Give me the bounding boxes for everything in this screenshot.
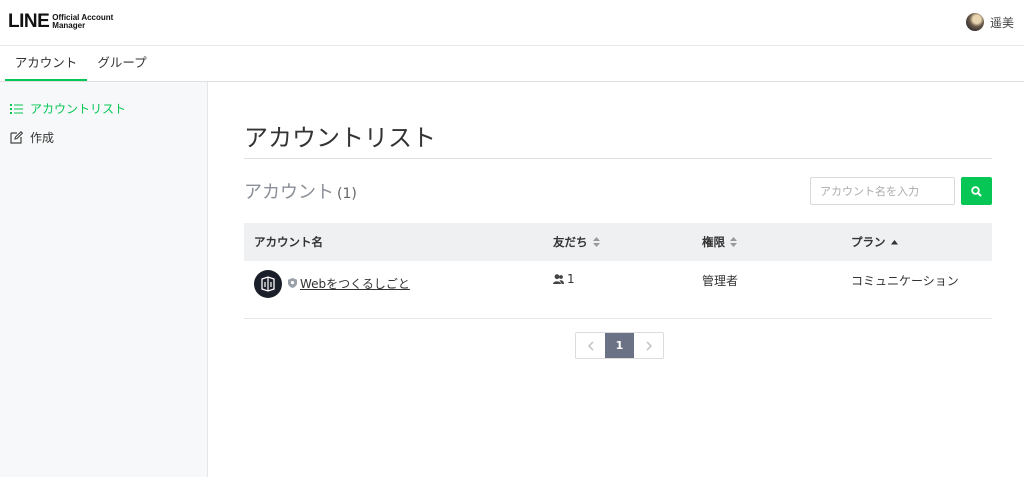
column-plan[interactable]: プラン (851, 223, 898, 261)
list-icon (10, 103, 23, 114)
chevron-left-icon (587, 341, 593, 350)
account-count: (1) (337, 186, 357, 202)
column-friends[interactable]: 友だち (553, 223, 600, 261)
edit-icon (10, 131, 23, 144)
user-avatar (965, 13, 984, 31)
search-icon (971, 185, 982, 197)
sort-both-icon (730, 237, 737, 247)
tab-account[interactable]: アカウント (5, 46, 87, 81)
table-header: アカウント名 友だち 権限 プラン (244, 223, 992, 261)
line-oa-logo[interactable]: LINE Official Account Manager (8, 11, 114, 33)
column-role[interactable]: 権限 (702, 223, 737, 261)
friends-count-cell: 1 (553, 272, 575, 286)
prev-page-button[interactable] (576, 333, 605, 358)
plan-cell: コミュニケーション (851, 274, 959, 288)
tab-bar: アカウント グループ (0, 46, 1024, 82)
table-row: Webをつくるしごと 1 管理者 コミュニケーション (244, 261, 992, 319)
sidebar: アカウントリスト 作成 (0, 82, 208, 477)
account-search-input[interactable] (810, 177, 955, 205)
sidebar-item-label: アカウントリスト (30, 102, 127, 116)
account-name-link[interactable]: Webをつくるしごと (300, 275, 410, 292)
account-avatar[interactable] (254, 270, 282, 298)
section-title: アカウント (1) (244, 178, 357, 204)
sort-both-icon (592, 237, 600, 247)
shield-badge-icon (288, 278, 297, 288)
user-icon (553, 274, 564, 284)
sidebar-item-account-list[interactable]: アカウントリスト (10, 100, 126, 117)
chevron-right-icon (646, 341, 652, 350)
user-menu[interactable]: 遥美 (965, 13, 1014, 31)
logo-sub-text: Official Account Manager (52, 13, 114, 30)
page-title: アカウントリスト (244, 124, 436, 152)
search-button[interactable] (961, 177, 992, 205)
sort-asc-icon (890, 239, 898, 244)
tab-group[interactable]: グループ (90, 46, 154, 81)
title-divider (244, 158, 992, 159)
sidebar-item-create[interactable]: 作成 (10, 129, 54, 146)
top-bar: LINE Official Account Manager 遥美 (0, 0, 1024, 46)
pagination: 1 (575, 332, 664, 359)
page-1-button[interactable]: 1 (605, 333, 634, 358)
section-title-text: アカウント (244, 182, 334, 203)
next-page-button[interactable] (634, 333, 663, 358)
sidebar-item-label: 作成 (30, 131, 55, 145)
role-cell: 管理者 (702, 274, 739, 288)
account-logo-icon (261, 276, 275, 292)
logo-main-text: LINE (8, 11, 50, 32)
column-account-name[interactable]: アカウント名 (254, 223, 323, 261)
user-name: 遥美 (989, 15, 1014, 30)
